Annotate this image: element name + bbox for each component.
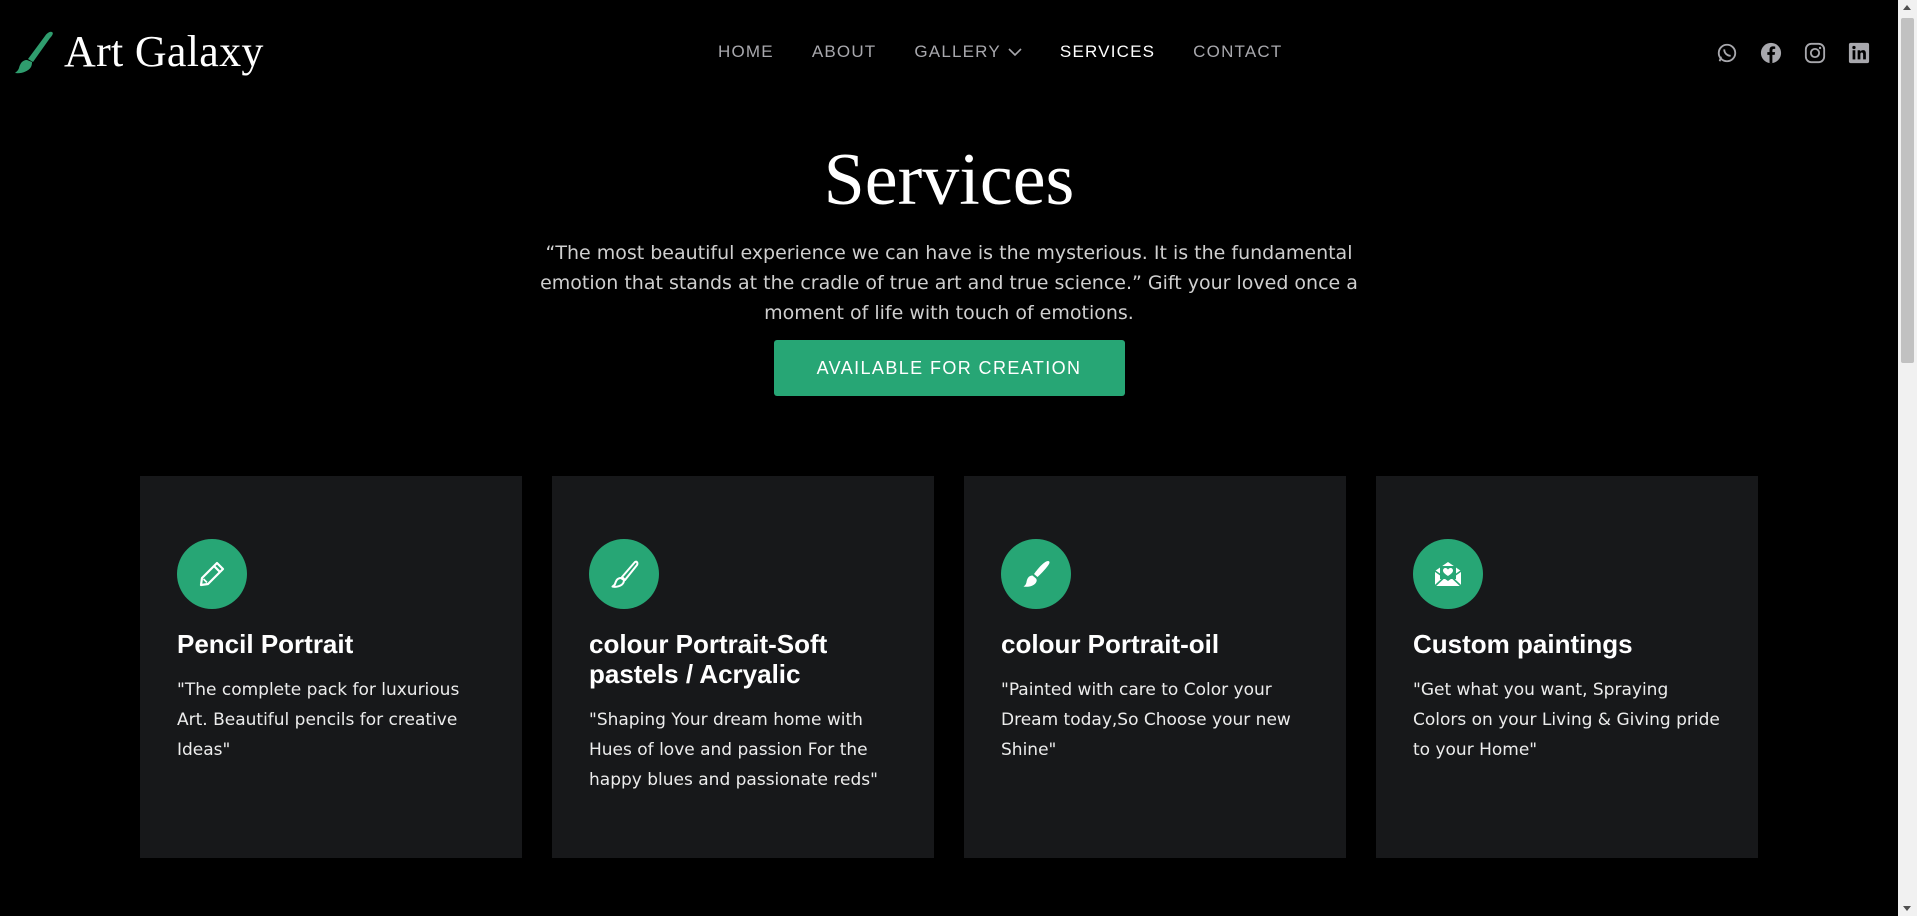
- card-icon-badge: [177, 539, 247, 609]
- scroll-up-arrow-icon[interactable]: [1903, 5, 1911, 10]
- scroll-down-arrow-icon[interactable]: [1903, 906, 1911, 911]
- nav-contact[interactable]: CONTACT: [1193, 42, 1282, 62]
- main-nav: HOME ABOUT GALLERY SERVICES CONTACT: [718, 42, 1320, 62]
- scrollbar-thumb[interactable]: [1901, 18, 1914, 363]
- brand-name: Art Galaxy: [64, 27, 264, 76]
- page-title: Services: [823, 139, 1075, 221]
- nav-services[interactable]: SERVICES: [1060, 42, 1155, 62]
- vertical-scrollbar[interactable]: [1898, 0, 1917, 916]
- nav-gallery[interactable]: GALLERY: [914, 42, 1022, 62]
- linkedin-icon[interactable]: [1848, 42, 1870, 64]
- chevron-down-icon: [1008, 48, 1022, 57]
- service-cards: Pencil Portrait "The complete pack for l…: [140, 476, 1758, 858]
- card-title: colour Portrait-oil: [1001, 629, 1220, 659]
- card-icon-badge: [589, 539, 659, 609]
- service-card-oil: colour Portrait-oil "Painted with care t…: [964, 476, 1346, 858]
- nav-about[interactable]: ABOUT: [812, 42, 877, 62]
- logo[interactable]: Art Galaxy: [14, 26, 264, 78]
- facebook-icon[interactable]: [1760, 42, 1782, 64]
- hero-quote: “The most beautiful experience we can ha…: [540, 242, 1358, 324]
- whatsapp-icon[interactable]: [1716, 42, 1738, 64]
- available-for-creation-button[interactable]: AVAILABLE FOR CREATION: [773, 340, 1125, 396]
- card-title: colour Portrait-Soft pastels / Acryalic: [589, 629, 828, 689]
- services-hero: Services “The most beautiful experience …: [0, 130, 1898, 396]
- service-card-custom-paintings: Custom paintings "Get what you want, Spr…: [1376, 476, 1758, 858]
- card-text: "The complete pack for luxurious Art. Be…: [177, 680, 460, 760]
- card-text: "Get what you want, Spraying Colors on y…: [1413, 680, 1720, 760]
- card-title: Custom paintings: [1413, 629, 1633, 659]
- service-card-soft-pastels: colour Portrait-Soft pastels / Acryalic …: [552, 476, 934, 858]
- card-icon-badge: [1413, 539, 1483, 609]
- social-links: [1694, 42, 1870, 64]
- card-text: "Shaping Your dream home with Hues of lo…: [589, 710, 878, 790]
- paint-brush-icon: [1023, 561, 1050, 587]
- site-header: Art Galaxy HOME ABOUT GALLERY SERVICES C…: [0, 0, 1898, 106]
- envelope-heart-icon: [1434, 562, 1462, 587]
- nav-home[interactable]: HOME: [718, 42, 774, 62]
- instagram-icon[interactable]: [1804, 42, 1826, 64]
- service-card-pencil-portrait: Pencil Portrait "The complete pack for l…: [140, 476, 522, 858]
- card-icon-badge: [1001, 539, 1071, 609]
- nav-gallery-label: GALLERY: [914, 42, 1001, 61]
- brush-icon: [611, 560, 639, 588]
- card-title: Pencil Portrait: [177, 629, 354, 659]
- paintbrush-icon: [15, 31, 53, 74]
- card-text: "Painted with care to Color your Dream t…: [1001, 680, 1291, 760]
- pencil-icon: [199, 561, 225, 587]
